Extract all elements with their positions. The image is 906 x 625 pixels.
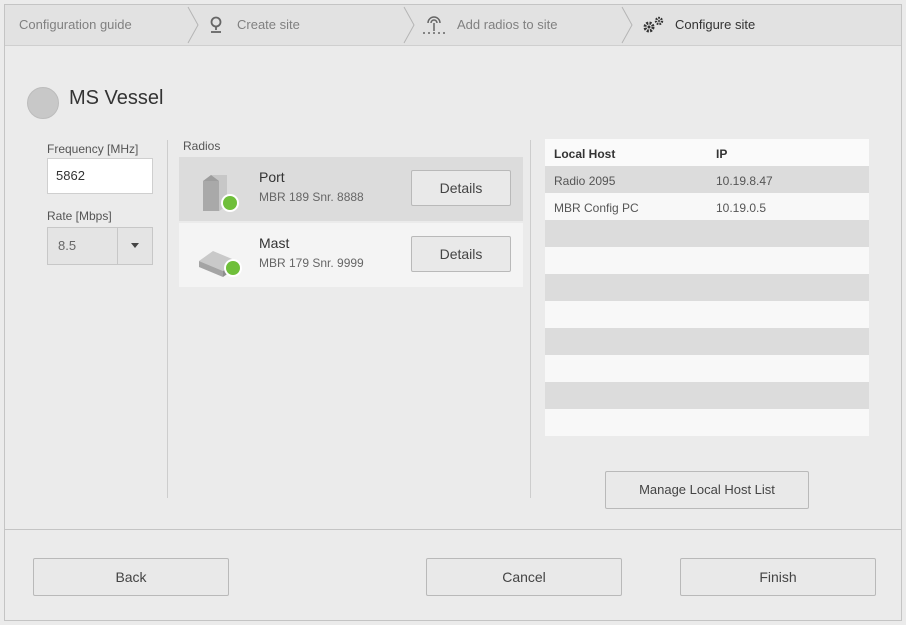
table-row[interactable] (545, 328, 869, 355)
location-pin-icon (210, 16, 222, 33)
breadcrumb: Configuration guide Create site Add radi… (5, 5, 901, 46)
radio-status-indicator (226, 261, 240, 275)
breadcrumb-step-create-site[interactable]: Create site (205, 5, 300, 45)
table-row[interactable] (545, 274, 869, 301)
divider (530, 140, 531, 498)
chevron-down-icon (131, 243, 139, 248)
table-row[interactable] (545, 301, 869, 328)
manage-local-host-list-button[interactable]: Manage Local Host List (605, 471, 809, 509)
back-button[interactable]: Back (33, 558, 229, 596)
radio-status-indicator (223, 196, 237, 210)
chevron-right-icon (621, 6, 633, 44)
breadcrumb-step-configuration-guide[interactable]: Configuration guide (19, 5, 132, 45)
table-row[interactable] (545, 409, 869, 436)
table-row[interactable] (545, 382, 869, 409)
rate-dropdown-toggle[interactable] (117, 228, 152, 264)
configuration-wizard: Configuration guide Create site Add radi… (4, 4, 902, 621)
breadcrumb-step-add-radios[interactable]: Add radios to site (419, 5, 557, 45)
breadcrumb-step-configure-site[interactable]: Configure site (641, 5, 755, 45)
radio-serial: MBR 189 Snr. 8888 (259, 190, 364, 204)
rate-select-value: 8.5 (58, 238, 77, 253)
local-host-table: Local Host IP Radio 2095 10.19.8.47 MBR C… (545, 139, 869, 436)
host-ip: 10.19.8.47 (716, 174, 773, 188)
table-row[interactable] (545, 247, 869, 274)
frequency-input[interactable]: 5862 (47, 158, 153, 194)
footer-divider (5, 529, 901, 530)
radio-serial: MBR 179 Snr. 9999 (259, 256, 364, 270)
site-title: MS Vessel (69, 87, 164, 109)
host-name: MBR Config PC (554, 201, 639, 215)
radio-details-button[interactable]: Details (411, 170, 511, 206)
radio-antenna-icon (423, 16, 445, 34)
divider (167, 140, 168, 498)
radio-unit-icon (203, 175, 239, 212)
site-status-indicator (27, 87, 59, 119)
radio-details-button[interactable]: Details (411, 236, 511, 272)
frequency-label: Frequency [MHz] (47, 142, 139, 156)
column-header-ip: IP (716, 147, 728, 161)
table-row[interactable]: MBR Config PC 10.19.0.5 (545, 193, 869, 220)
rate-select[interactable]: 8.5 (47, 227, 153, 265)
chevron-right-icon (187, 6, 199, 44)
table-row[interactable] (545, 220, 869, 247)
table-row[interactable]: Radio 2095 10.19.8.47 (545, 166, 869, 193)
host-name: Radio 2095 (554, 174, 616, 188)
gears-icon (643, 16, 664, 33)
radio-name: Mast (259, 235, 290, 251)
radio-name: Port (259, 169, 285, 185)
host-ip: 10.19.0.5 (716, 201, 767, 215)
radios-label: Radios (183, 139, 221, 153)
column-header-local-host: Local Host (554, 147, 616, 161)
table-header: Local Host IP (545, 139, 869, 166)
radio-item-port[interactable]: Port MBR 189 Snr. 8888 Details (179, 157, 523, 221)
chevron-right-icon (403, 6, 415, 44)
table-row[interactable] (545, 355, 869, 382)
radio-unit-icon (199, 251, 242, 277)
rate-label: Rate [Mbps] (47, 209, 112, 223)
finish-button[interactable]: Finish (680, 558, 876, 596)
cancel-button[interactable]: Cancel (426, 558, 622, 596)
radio-item-mast[interactable]: Mast MBR 179 Snr. 9999 Details (179, 223, 523, 287)
